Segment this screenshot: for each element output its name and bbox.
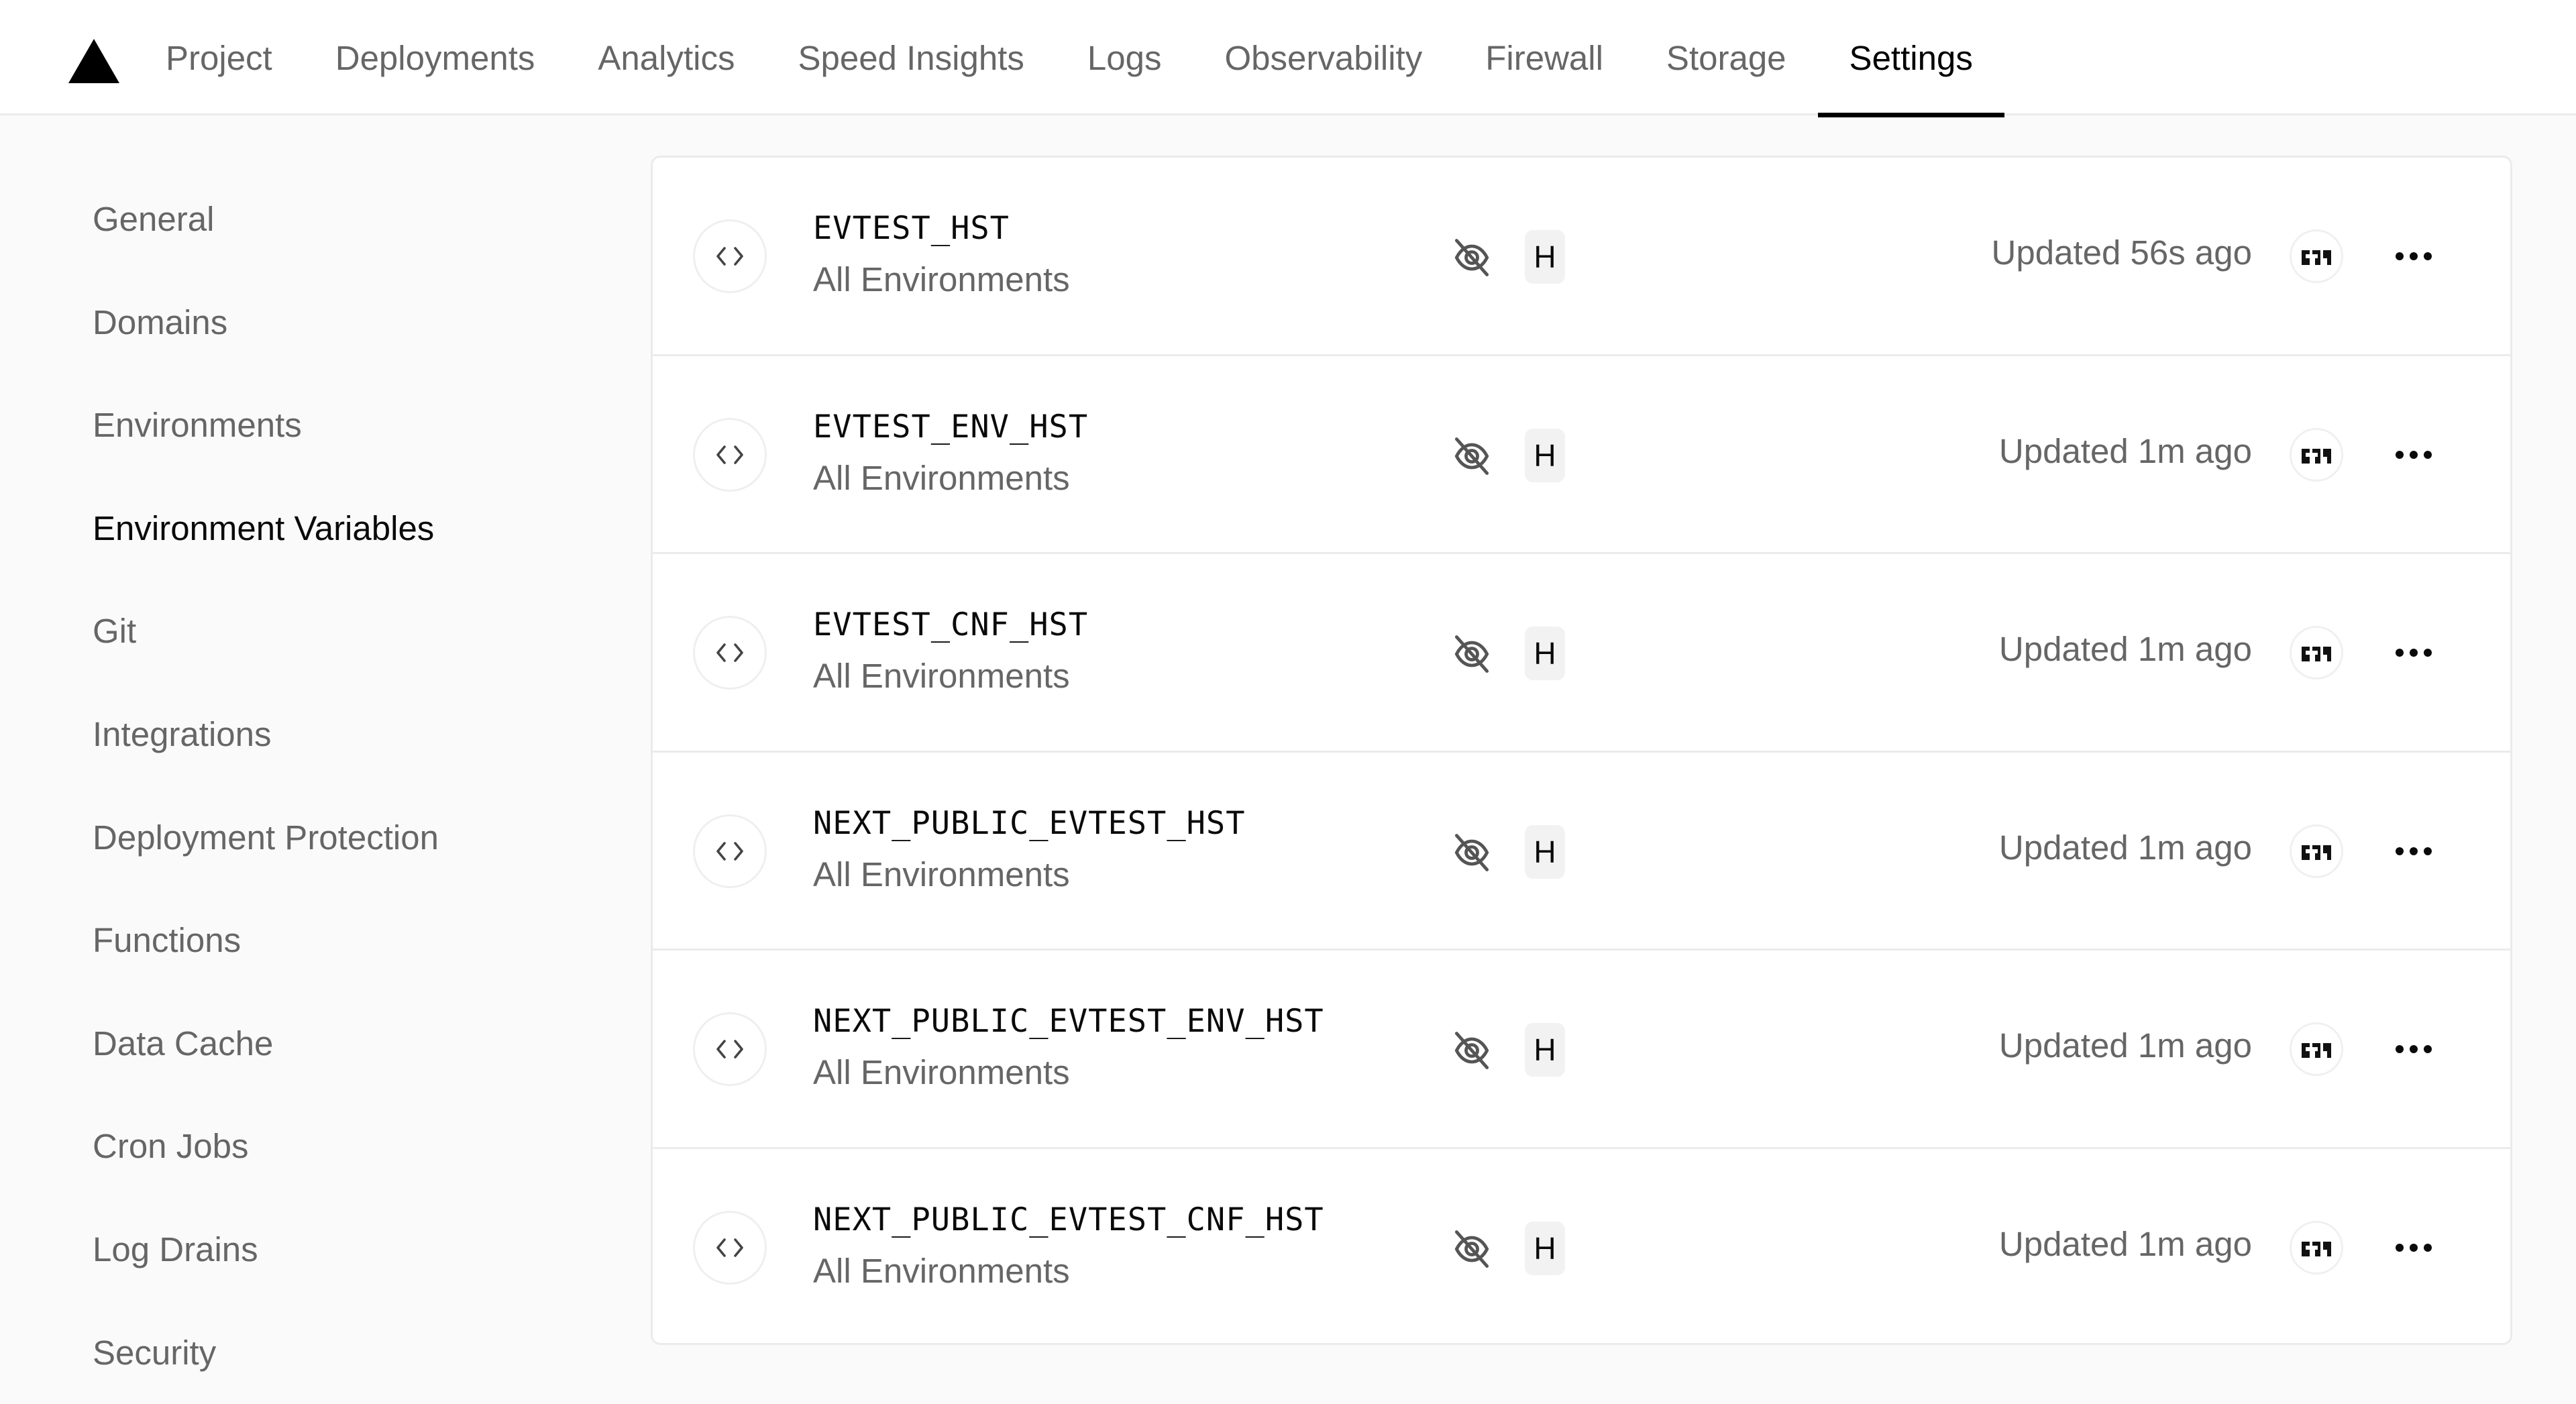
code-icon — [693, 1210, 767, 1285]
more-horizontal-icon — [2396, 847, 2404, 855]
sidebar-item-domains[interactable]: Domains — [93, 271, 439, 374]
more-horizontal-icon — [2396, 450, 2404, 459]
code-icon — [693, 814, 767, 888]
nav-tabs: Project Deployments Analytics Speed Insi… — [134, 0, 2005, 117]
env-var-row: EVTEST_HST All Environments H Updated 56… — [653, 158, 2510, 356]
tab-firewall[interactable]: Firewall — [1454, 0, 1635, 115]
env-var-name[interactable]: EVTEST_HST — [813, 210, 1010, 247]
env-var-name[interactable]: NEXT_PUBLIC_EVTEST_CNF_HST — [813, 1201, 1324, 1238]
code-icon — [693, 417, 767, 492]
sidebar-item-functions[interactable]: Functions — [93, 889, 439, 992]
more-dot — [2410, 450, 2418, 459]
tab-deployments[interactable]: Deployments — [304, 0, 567, 115]
eye-off-icon[interactable] — [1449, 433, 1495, 479]
hidden-badge: H — [1525, 627, 1565, 680]
sidebar-item-cron-jobs[interactable]: Cron Jobs — [93, 1095, 439, 1198]
triangle-logo-icon[interactable] — [68, 39, 119, 83]
updated-timestamp: Updated 1m ago — [1998, 630, 2252, 668]
env-var-environment: All Environments — [813, 458, 1070, 497]
user-avatar[interactable] — [2290, 229, 2343, 283]
hidden-badge: H — [1525, 1221, 1565, 1275]
tab-logs[interactable]: Logs — [1056, 0, 1193, 115]
more-dot — [2424, 1243, 2432, 1252]
more-dot — [2410, 1243, 2418, 1252]
env-var-name[interactable]: EVTEST_ENV_HST — [813, 409, 1088, 445]
code-icon — [693, 616, 767, 690]
code-icon — [693, 219, 767, 293]
more-horizontal-icon — [2396, 1243, 2404, 1252]
more-horizontal-icon — [2396, 1045, 2404, 1053]
env-var-environment: All Environments — [813, 855, 1070, 894]
more-dot — [2424, 1045, 2432, 1053]
more-menu-button[interactable] — [2380, 1221, 2447, 1275]
tab-project[interactable]: Project — [134, 0, 304, 115]
sidebar-item-integrations[interactable]: Integrations — [93, 683, 439, 786]
more-dot — [2424, 252, 2432, 260]
env-var-environment: All Environments — [813, 657, 1070, 695]
sidebar-item-environment-variables[interactable]: Environment Variables — [93, 477, 439, 580]
eye-off-icon[interactable] — [1449, 1028, 1495, 1073]
env-vars-list: EVTEST_HST All Environments H Updated 56… — [651, 156, 2512, 1345]
hidden-badge: H — [1525, 824, 1565, 879]
updated-timestamp: Updated 1m ago — [1998, 1026, 2252, 1065]
sidebar-item-security[interactable]: Security — [93, 1301, 439, 1404]
env-var-row: EVTEST_CNF_HST All Environments H Update… — [653, 554, 2510, 753]
tab-speed-insights[interactable]: Speed Insights — [766, 0, 1055, 115]
hidden-badge: H — [1525, 230, 1565, 284]
more-dot — [2410, 252, 2418, 260]
user-avatar[interactable] — [2290, 427, 2343, 482]
tab-storage[interactable]: Storage — [1635, 0, 1818, 115]
eye-off-icon[interactable] — [1449, 631, 1495, 677]
sidebar-item-general[interactable]: General — [93, 168, 439, 271]
eye-off-icon[interactable] — [1449, 830, 1495, 875]
env-var-name[interactable]: NEXT_PUBLIC_EVTEST_HST — [813, 805, 1246, 842]
env-var-environment: All Environments — [813, 1053, 1070, 1091]
env-var-name[interactable]: NEXT_PUBLIC_EVTEST_ENV_HST — [813, 1003, 1324, 1040]
env-var-row: NEXT_PUBLIC_EVTEST_ENV_HST All Environme… — [653, 951, 2510, 1149]
more-horizontal-icon — [2396, 649, 2404, 657]
env-var-row: NEXT_PUBLIC_EVTEST_CNF_HST All Environme… — [653, 1149, 2510, 1344]
code-icon — [693, 1012, 767, 1086]
user-avatar[interactable] — [2290, 626, 2343, 680]
hidden-badge: H — [1525, 1023, 1565, 1077]
eye-off-icon[interactable] — [1449, 235, 1495, 280]
more-dot — [2424, 450, 2432, 459]
sidebar-item-deployment-protection[interactable]: Deployment Protection — [93, 786, 439, 889]
more-menu-button[interactable] — [2380, 428, 2447, 482]
tab-settings[interactable]: Settings — [1817, 0, 2005, 117]
hidden-badge: H — [1525, 428, 1565, 482]
more-menu-button[interactable] — [2380, 229, 2447, 283]
more-menu-button[interactable] — [2380, 824, 2447, 878]
sidebar-item-environments[interactable]: Environments — [93, 374, 439, 477]
more-dot — [2424, 649, 2432, 657]
sidebar-item-git[interactable]: Git — [93, 580, 439, 683]
env-var-name[interactable]: EVTEST_CNF_HST — [813, 606, 1088, 643]
more-menu-button[interactable] — [2380, 626, 2447, 680]
env-var-row: EVTEST_ENV_HST All Environments H Update… — [653, 356, 2510, 554]
user-avatar[interactable] — [2290, 1220, 2343, 1275]
tab-analytics[interactable]: Analytics — [566, 0, 766, 115]
updated-timestamp: Updated 1m ago — [1998, 828, 2252, 867]
more-menu-button[interactable] — [2380, 1022, 2447, 1076]
env-var-environment: All Environments — [813, 1251, 1070, 1290]
eye-off-icon[interactable] — [1449, 1226, 1495, 1272]
updated-timestamp: Updated 1m ago — [1998, 1224, 2252, 1263]
sidebar-item-log-drains[interactable]: Log Drains — [93, 1198, 439, 1301]
more-dot — [2410, 847, 2418, 855]
user-avatar[interactable] — [2290, 824, 2343, 878]
more-dot — [2410, 1045, 2418, 1053]
updated-timestamp: Updated 56s ago — [1991, 233, 2252, 272]
env-var-row: NEXT_PUBLIC_EVTEST_HST All Environments … — [653, 753, 2510, 951]
env-var-environment: All Environments — [813, 260, 1070, 299]
tab-observability[interactable]: Observability — [1193, 0, 1454, 115]
more-horizontal-icon — [2396, 252, 2404, 260]
more-dot — [2410, 649, 2418, 657]
settings-sidebar: General Domains Environments Environment… — [93, 168, 439, 1404]
user-avatar[interactable] — [2290, 1022, 2343, 1076]
sidebar-item-data-cache[interactable]: Data Cache — [93, 992, 439, 1095]
more-dot — [2424, 847, 2432, 855]
top-nav: Project Deployments Analytics Speed Insi… — [0, 0, 2576, 117]
updated-timestamp: Updated 1m ago — [1998, 431, 2252, 470]
